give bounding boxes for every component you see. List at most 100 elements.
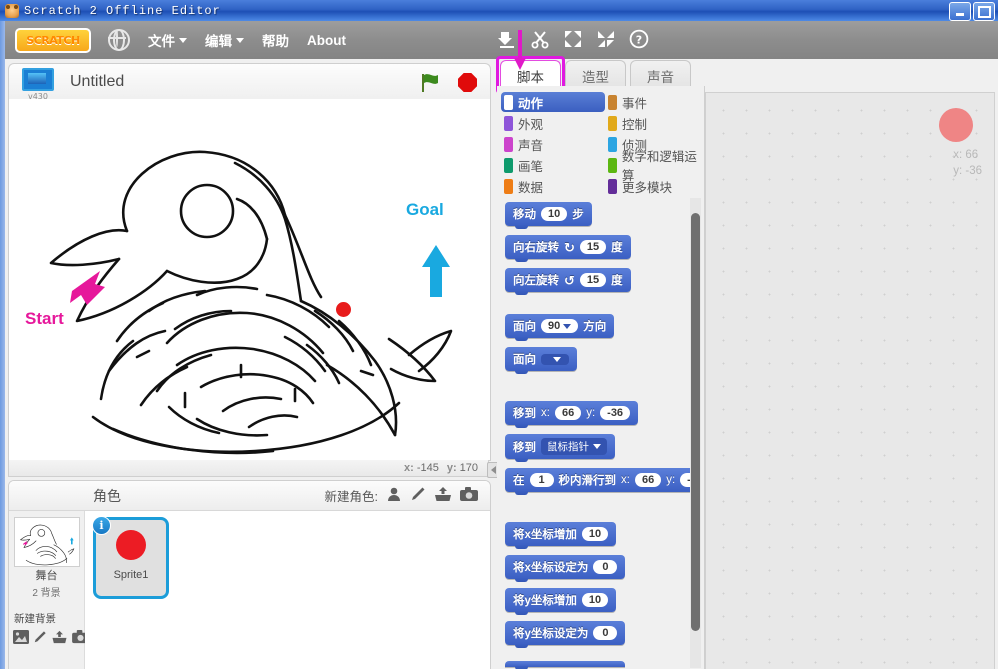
block-input-x[interactable]: 66 bbox=[635, 473, 661, 487]
category-more-blocks[interactable]: 更多模块 bbox=[605, 176, 705, 196]
choose-backdrop-icon[interactable] bbox=[13, 630, 29, 649]
block-input-degrees[interactable]: 15 bbox=[580, 240, 606, 254]
block-set-x-to[interactable]: 将x坐标设定为 0 bbox=[505, 555, 625, 579]
sprite-item-sprite1[interactable]: i Sprite1 bbox=[93, 517, 169, 599]
shrink-icon[interactable] bbox=[596, 29, 616, 49]
stage-canvas[interactable]: Start Goal bbox=[8, 99, 491, 461]
sprite-info-badge[interactable]: i bbox=[92, 516, 111, 535]
menu-file-label: 文件 bbox=[148, 30, 175, 50]
menu-about-label: About bbox=[307, 33, 346, 48]
block-input-degrees[interactable]: 15 bbox=[580, 273, 606, 287]
category-looks-label: 外观 bbox=[518, 114, 543, 133]
minimize-button[interactable] bbox=[949, 2, 971, 21]
block-change-x-by[interactable]: 将x坐标增加 10 bbox=[505, 522, 616, 546]
stage-selector-column[interactable]: 舞台 2 背景 新建背景 bbox=[9, 511, 85, 669]
block-row: 将x坐标设定为 0 bbox=[497, 555, 697, 579]
attention-arrow-icon bbox=[513, 30, 527, 70]
paint-backdrop-icon[interactable] bbox=[33, 630, 47, 649]
category-operators[interactable]: 数字和逻辑运算 bbox=[605, 155, 705, 175]
block-partial[interactable] bbox=[505, 661, 625, 667]
menu-help-label: 帮助 bbox=[262, 30, 289, 50]
stage-thumbnail[interactable] bbox=[14, 517, 80, 567]
sprite-pane-header: 角色 新建角色: bbox=[9, 481, 490, 511]
block-text: 步 bbox=[572, 206, 584, 222]
stage-sprite-dot[interactable] bbox=[336, 302, 351, 317]
menu-help[interactable]: 帮助 bbox=[262, 30, 289, 50]
block-input-steps[interactable]: 10 bbox=[541, 207, 567, 221]
block-dropdown-target[interactable]: 鼠标指针 bbox=[541, 438, 607, 455]
sprite-pane-title: 角色 bbox=[93, 486, 121, 506]
sprite-pane: 角色 新建角色: bbox=[8, 480, 491, 669]
help-icon[interactable]: ? bbox=[629, 29, 649, 49]
camera-sprite-icon[interactable] bbox=[460, 487, 478, 505]
block-go-to-target[interactable]: 移到 鼠标指针 bbox=[505, 434, 615, 459]
upload-sprite-icon[interactable] bbox=[434, 486, 452, 505]
scratch-logo: SCRATCH bbox=[15, 28, 91, 53]
block-input-dx[interactable]: 10 bbox=[582, 527, 608, 541]
sprite-list: i Sprite1 bbox=[85, 511, 490, 669]
category-sound[interactable]: 声音 bbox=[501, 134, 605, 154]
block-input-x[interactable]: 0 bbox=[593, 560, 617, 574]
canvas-coordinates-watermark: x: 66 y: -36 bbox=[953, 148, 982, 179]
block-input-secs[interactable]: 1 bbox=[530, 473, 554, 487]
tab-scripts-label: 脚本 bbox=[517, 70, 544, 85]
svg-text:?: ? bbox=[636, 34, 642, 47]
block-change-y-by[interactable]: 将y坐标增加 10 bbox=[505, 588, 616, 612]
chevron-down-icon bbox=[179, 38, 187, 43]
block-input-dy[interactable]: 10 bbox=[582, 593, 608, 607]
block-turn-left[interactable]: 向左旋转 ↺ 15 度 bbox=[505, 268, 631, 292]
mouse-y-value: 170 bbox=[460, 462, 478, 474]
mouse-y-label: y: bbox=[447, 462, 457, 474]
block-input-x[interactable]: 66 bbox=[555, 406, 581, 420]
block-text: 将x坐标增加 bbox=[513, 526, 577, 542]
menu-file[interactable]: 文件 bbox=[148, 30, 187, 50]
category-data[interactable]: 数据 bbox=[501, 176, 605, 196]
category-events-label: 事件 bbox=[622, 93, 647, 112]
cut-icon[interactable] bbox=[530, 29, 550, 49]
block-turn-right[interactable]: 向右旋转 ↻ 15 度 bbox=[505, 235, 631, 259]
block-glide-to-xy[interactable]: 在 1 秒内滑行到 x: 66 y: -36 bbox=[505, 468, 697, 492]
goal-label: Goal bbox=[406, 200, 444, 219]
palette-scrollbar-thumb[interactable] bbox=[691, 213, 700, 631]
category-events[interactable]: 事件 bbox=[605, 92, 705, 112]
upload-backdrop-icon[interactable] bbox=[51, 630, 68, 649]
chevron-down-icon bbox=[236, 38, 244, 43]
category-swatch bbox=[608, 158, 617, 173]
window-frame-left bbox=[0, 21, 5, 669]
block-text: 将y坐标增加 bbox=[513, 592, 577, 608]
globe-icon[interactable] bbox=[108, 29, 130, 51]
block-dropdown-direction[interactable]: 90 bbox=[541, 319, 578, 333]
choose-sprite-icon[interactable] bbox=[386, 486, 402, 505]
block-text: x: bbox=[621, 474, 630, 486]
chevron-down-icon bbox=[563, 324, 571, 329]
block-set-y-to[interactable]: 将y坐标设定为 0 bbox=[505, 621, 625, 645]
block-go-to-xy[interactable]: 移到 x: 66 y: -36 bbox=[505, 401, 638, 425]
block-input-y[interactable]: -36 bbox=[600, 406, 630, 420]
chevron-down-icon bbox=[593, 444, 601, 449]
category-looks[interactable]: 外观 bbox=[501, 113, 605, 133]
block-dropdown-target[interactable] bbox=[541, 354, 569, 365]
menu-about[interactable]: About bbox=[307, 33, 346, 48]
block-point-in-direction[interactable]: 面向 90 方向 bbox=[505, 314, 614, 338]
script-canvas[interactable]: x: 66 y: -36 bbox=[705, 92, 995, 669]
grow-icon[interactable] bbox=[563, 29, 583, 49]
block-input-y[interactable]: 0 bbox=[593, 626, 617, 640]
block-text: 面向 bbox=[513, 351, 536, 367]
window-titlebar: Scratch 2 Offline Editor bbox=[0, 0, 998, 21]
category-swatch bbox=[608, 116, 617, 131]
category-motion[interactable]: 动作 bbox=[501, 92, 605, 112]
menu-edit[interactable]: 编辑 bbox=[205, 30, 244, 50]
new-backdrop-controls bbox=[9, 630, 89, 649]
block-move-steps[interactable]: 移动 10 步 bbox=[505, 202, 592, 226]
paint-sprite-icon[interactable] bbox=[410, 486, 426, 505]
maximize-button[interactable] bbox=[973, 2, 995, 21]
category-pen[interactable]: 画笔 bbox=[501, 155, 605, 175]
mouse-x-value: -145 bbox=[417, 462, 439, 474]
stop-button[interactable] bbox=[458, 73, 477, 92]
block-point-towards[interactable]: 面向 bbox=[505, 347, 577, 371]
new-backdrop-label: 新建背景 bbox=[9, 611, 56, 626]
green-flag-button[interactable] bbox=[420, 73, 442, 98]
block-dropdown-value: 鼠标指针 bbox=[547, 439, 589, 454]
category-control[interactable]: 控制 bbox=[605, 113, 705, 133]
block-text: 度 bbox=[611, 239, 623, 255]
